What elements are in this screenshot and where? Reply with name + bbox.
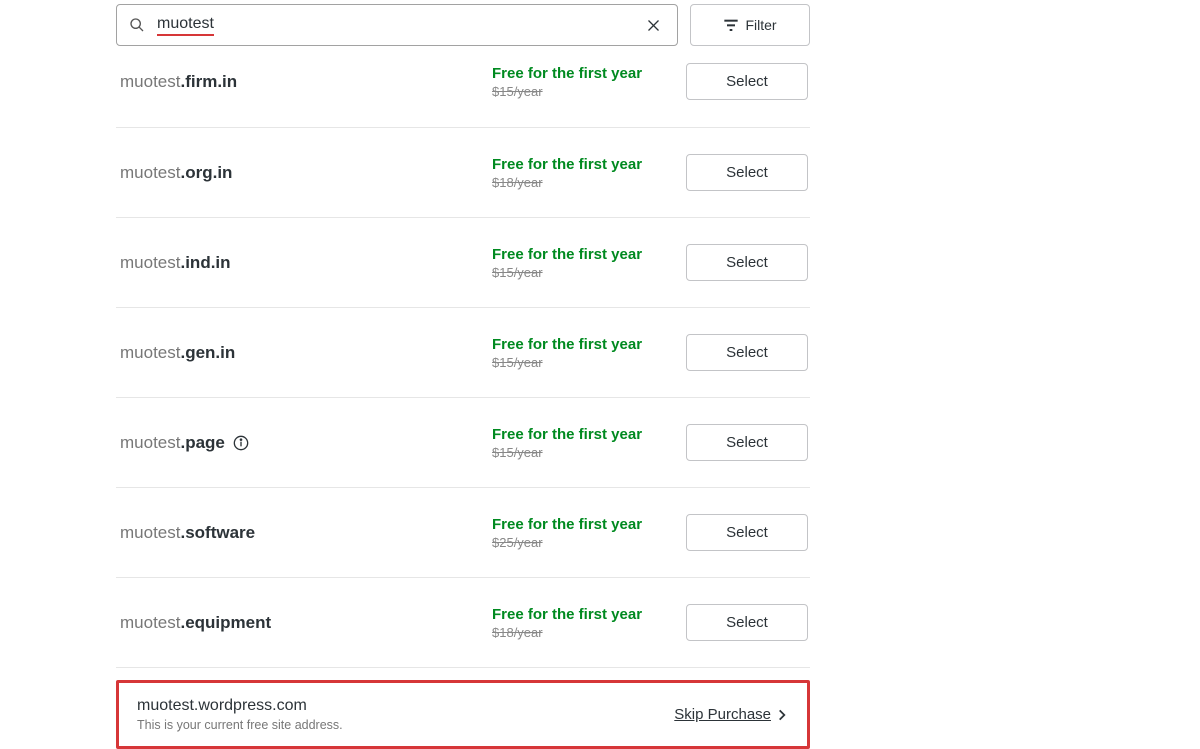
- domain-base: muotest: [120, 613, 180, 632]
- domain-result-row: muotest.equipmentFree for the first year…: [116, 578, 810, 668]
- select-column: Select: [684, 424, 808, 461]
- current-site-row: muotest.wordpress.com This is your curre…: [116, 680, 810, 749]
- price-free-text: Free for the first year: [492, 156, 684, 173]
- domain-tld: .gen.in: [180, 343, 235, 362]
- search-input-wrap: muotest: [157, 15, 642, 36]
- domain-base: muotest: [120, 433, 180, 452]
- select-button[interactable]: Select: [686, 424, 808, 461]
- search-filter-bar: muotest Filter: [116, 4, 810, 46]
- close-icon: [646, 18, 661, 33]
- price-free-text: Free for the first year: [492, 606, 684, 623]
- domain-base: muotest: [120, 523, 180, 542]
- domain-tld: .ind.in: [180, 253, 230, 272]
- domain-base: muotest: [120, 343, 180, 362]
- domain-result-row: muotest.ind.inFree for the first year$15…: [116, 218, 810, 308]
- price-column: Free for the first year $15/year: [492, 426, 684, 460]
- price-old: $15/year: [492, 445, 684, 460]
- select-button[interactable]: Select: [686, 154, 808, 191]
- domain-tld: .equipment: [180, 613, 271, 632]
- clear-search-button[interactable]: [642, 14, 665, 37]
- select-button[interactable]: Select: [686, 334, 808, 371]
- select-column: Select: [684, 334, 808, 371]
- skip-purchase-label: Skip Purchase: [674, 706, 771, 723]
- select-column: Select: [684, 154, 808, 191]
- domain-name: muotest.equipment: [120, 613, 492, 633]
- search-input-value[interactable]: muotest: [157, 15, 214, 36]
- price-old: $18/year: [492, 175, 684, 190]
- price-old: $15/year: [492, 355, 684, 370]
- search-icon: [129, 17, 145, 33]
- domain-tld: .page: [180, 433, 224, 452]
- price-old: $18/year: [492, 625, 684, 640]
- price-free-text: Free for the first year: [492, 336, 684, 353]
- select-column: Select: [684, 604, 808, 641]
- price-column: Free for the first year $15/year: [492, 336, 684, 370]
- domain-name: muotest.page: [120, 433, 492, 453]
- domain-tld: .firm.in: [180, 72, 237, 91]
- domain-result-row: muotest.softwareFree for the first year$…: [116, 488, 810, 578]
- domain-name: muotest.gen.in: [120, 343, 492, 363]
- price-free-text: Free for the first year: [492, 426, 684, 443]
- domain-name: muotest.org.in: [120, 163, 492, 183]
- domain-result-row: muotest.firm.inFree for the first year$1…: [116, 54, 810, 128]
- price-column: Free for the first year $25/year: [492, 516, 684, 550]
- price-old: $15/year: [492, 265, 684, 280]
- price-column: Free for the first year $15/year: [492, 65, 684, 99]
- domain-result-row: muotest.pageFree for the first year$15/y…: [116, 398, 810, 488]
- select-button[interactable]: Select: [686, 63, 808, 100]
- domain-result-row: muotest.org.inFree for the first year$18…: [116, 128, 810, 218]
- domain-search-box[interactable]: muotest: [116, 4, 678, 46]
- select-button[interactable]: Select: [686, 604, 808, 641]
- domain-base: muotest: [120, 72, 180, 91]
- select-button[interactable]: Select: [686, 244, 808, 281]
- domain-name: muotest.ind.in: [120, 253, 492, 273]
- price-old: $15/year: [492, 84, 684, 99]
- filter-button[interactable]: Filter: [690, 4, 810, 46]
- info-icon[interactable]: [233, 435, 249, 451]
- current-site-info: muotest.wordpress.com This is your curre…: [137, 697, 674, 732]
- chevron-right-icon: [775, 708, 789, 722]
- price-free-text: Free for the first year: [492, 65, 684, 82]
- domain-tld: .software: [180, 523, 255, 542]
- price-free-text: Free for the first year: [492, 516, 684, 533]
- domain-tld: .org.in: [180, 163, 232, 182]
- price-column: Free for the first year $15/year: [492, 246, 684, 280]
- skip-purchase-link[interactable]: Skip Purchase: [674, 706, 789, 723]
- select-button[interactable]: Select: [686, 514, 808, 551]
- domain-base: muotest: [120, 163, 180, 182]
- select-column: Select: [684, 244, 808, 281]
- select-column: Select: [684, 63, 808, 100]
- domain-result-row: muotest.gen.inFree for the first year$15…: [116, 308, 810, 398]
- current-site-subtitle: This is your current free site address.: [137, 718, 674, 732]
- domain-base: muotest: [120, 253, 180, 272]
- filter-icon: [723, 19, 739, 31]
- domain-name: muotest.firm.in: [120, 72, 492, 92]
- price-free-text: Free for the first year: [492, 246, 684, 263]
- price-column: Free for the first year $18/year: [492, 606, 684, 640]
- domain-results-list: muotest.firm.inFree for the first year$1…: [116, 54, 810, 668]
- select-column: Select: [684, 514, 808, 551]
- price-column: Free for the first year $18/year: [492, 156, 684, 190]
- filter-label: Filter: [745, 17, 776, 33]
- current-site-domain: muotest.wordpress.com: [137, 697, 674, 715]
- price-old: $25/year: [492, 535, 684, 550]
- domain-name: muotest.software: [120, 523, 492, 543]
